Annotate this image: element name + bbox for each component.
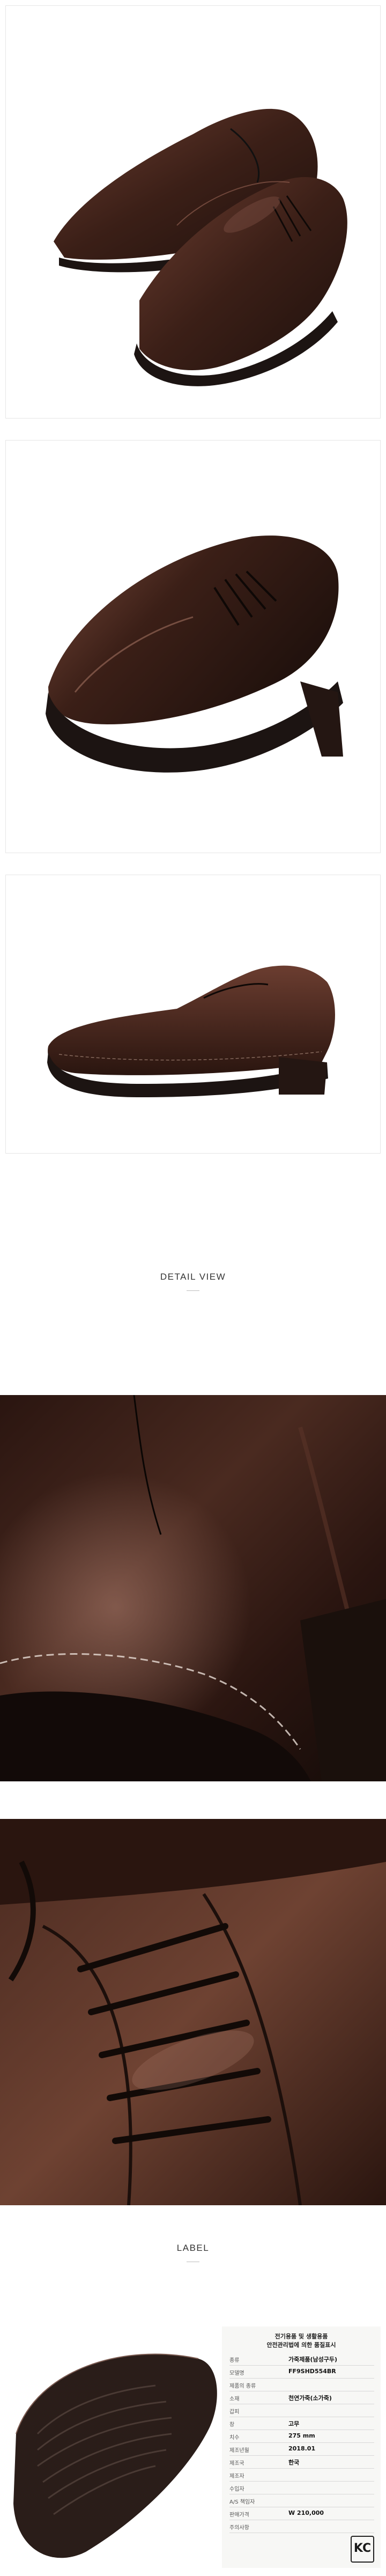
label-row-value: 275 mm — [288, 2432, 315, 2439]
label-row-value: 천연가죽(소가죽) — [288, 2395, 332, 2402]
label-row-key: 모델명 — [229, 2370, 244, 2376]
sole-photo — [5, 2327, 222, 2568]
label-row-key: 제조자 — [229, 2474, 244, 2479]
label-row: 소재 천연가죽(소가죽) — [229, 2392, 374, 2404]
label-title-line1: 전기용품 및 생활용품 — [274, 2333, 328, 2340]
label-row-key: 주의사항 — [229, 2525, 249, 2531]
lacing-detail-photo — [0, 1819, 386, 2205]
label-row: A/S 책임자 — [229, 2495, 374, 2507]
label-row: 제조자 — [229, 2469, 374, 2482]
label-row-value: 고무 — [288, 2420, 300, 2427]
label-row-key: 소재 — [229, 2396, 240, 2402]
label-row-key: 갑피 — [229, 2409, 240, 2415]
label-row: 제품의 종류 — [229, 2379, 374, 2391]
toe-detail-photo — [0, 1395, 386, 1781]
detail-view-heading: DETAIL VIEW — [160, 1272, 226, 1282]
kc-mark-icon: KC — [351, 2536, 374, 2563]
shoe-pair-photo — [0, 21, 386, 408]
label-row-key: 치수 — [229, 2435, 240, 2441]
label-row-value: W 210,000 — [288, 2509, 324, 2516]
shoe-side-photo — [0, 901, 386, 1137]
label-row-key: 창 — [229, 2422, 235, 2428]
label-row-value: FF9SHD554BR — [288, 2368, 336, 2375]
label-heading: LABEL — [176, 2243, 210, 2253]
detail-view-divider — [187, 1290, 199, 1291]
label-row: 치수 275 mm — [229, 2431, 374, 2443]
label-row: 판매가격 W 210,000 — [229, 2508, 374, 2520]
label-row-key: 판매가격 — [229, 2512, 249, 2518]
label-row-value: 한국 — [288, 2459, 300, 2466]
label-title-line2: 안전관리법에 의한 품질표시 — [266, 2342, 336, 2349]
label-row-key: 수입자 — [229, 2486, 244, 2492]
label-row: 종류 가죽제품(남성구두) — [229, 2353, 374, 2366]
label-row-value: 가죽제품(남성구두) — [288, 2356, 338, 2363]
label-row: 주의사항 — [229, 2521, 374, 2533]
label-row: 모델명 FF9SHD554BR — [229, 2366, 374, 2379]
label-row: 갑피 — [229, 2405, 374, 2417]
label-row: 창 고무 — [229, 2418, 374, 2430]
label-row-value: 2018.01 — [288, 2445, 316, 2452]
label-row: 수입자 — [229, 2482, 374, 2494]
label-row-key: 제조국 — [229, 2461, 244, 2467]
label-row-key: 제조년월 — [229, 2448, 249, 2454]
label-row: 제조년월 2018.01 — [229, 2443, 374, 2456]
quality-label-card: 전기용품 및 생활용품 안전관리법에 의한 품질표시 종류 가죽제품(남성구두) 모… — [222, 2327, 381, 2568]
label-row-key: 제품의 종류 — [229, 2383, 256, 2389]
label-row-key: 종류 — [229, 2358, 240, 2364]
label-row: 제조국 한국 — [229, 2456, 374, 2469]
shoe-angle-photo — [0, 456, 386, 842]
label-row-key: A/S 책임자 — [229, 2499, 255, 2505]
